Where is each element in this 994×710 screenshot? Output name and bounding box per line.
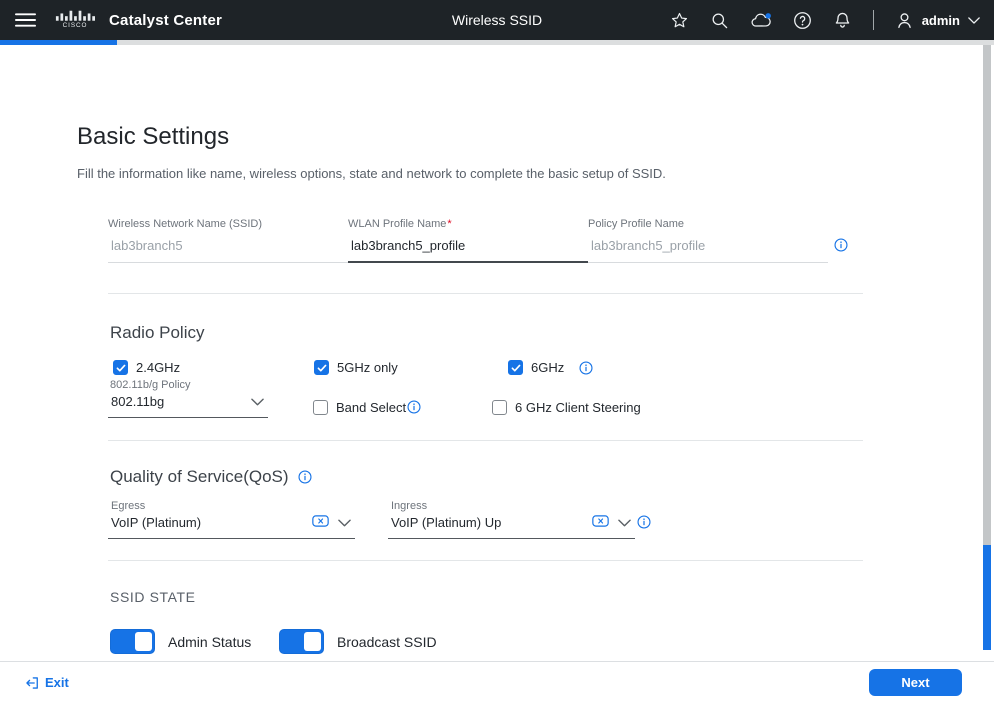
checkbox-label: 5GHz only xyxy=(337,360,398,375)
admin-status-label: Admin Status xyxy=(168,634,251,650)
checkbox-box xyxy=(314,360,329,375)
section-divider xyxy=(108,440,863,441)
header-right: admin xyxy=(670,10,980,30)
checkbox-band-select[interactable]: Band Select xyxy=(313,400,406,415)
checkbox-6ghz[interactable]: 6GHz xyxy=(508,360,564,375)
page-title: Wireless SSID xyxy=(452,0,542,40)
select-value: 802.11bg xyxy=(111,394,164,409)
checkbox-label: 6 GHz Client Steering xyxy=(515,400,641,415)
exit-icon xyxy=(25,676,39,690)
clear-icon[interactable] xyxy=(592,515,609,530)
checkbox-2-4ghz[interactable]: 2.4GHz xyxy=(113,360,180,375)
top-header: CISCO Catalyst Center Wireless SSID xyxy=(0,0,994,40)
section-subtitle: Fill the information like name, wireless… xyxy=(77,166,666,181)
broadcast-ssid-toggle[interactable] xyxy=(279,629,324,654)
required-asterisk: * xyxy=(447,218,451,230)
ingress-label: Ingress xyxy=(391,500,427,512)
info-icon[interactable] xyxy=(298,470,312,484)
info-icon[interactable] xyxy=(834,238,848,252)
field-label: Policy Profile Name xyxy=(588,218,828,230)
wlan-profile-input[interactable]: lab3branch5_profile xyxy=(348,237,588,263)
cloud-status-icon[interactable] xyxy=(750,11,772,30)
policy-802-label: 802.11b/g Policy xyxy=(110,379,191,391)
chevron-down-icon xyxy=(338,515,351,530)
egress-label: Egress xyxy=(111,500,145,512)
chevron-down-icon xyxy=(251,394,264,409)
clear-icon[interactable] xyxy=(312,515,329,530)
user-name: admin xyxy=(922,13,960,28)
next-button[interactable]: Next xyxy=(869,669,962,696)
wizard-footer: Exit Next xyxy=(0,661,994,710)
exit-label: Exit xyxy=(45,675,69,690)
help-icon[interactable] xyxy=(793,11,812,30)
scrollbar-thumb[interactable] xyxy=(983,545,991,650)
checkbox-box xyxy=(113,360,128,375)
field-wlan-profile-name: WLAN Profile Name* lab3branch5_profile xyxy=(348,218,588,263)
field-policy-profile-name: Policy Profile Name lab3branch5_profile xyxy=(588,218,828,263)
scrollbar-track[interactable] xyxy=(983,45,991,545)
admin-status-toggle[interactable] xyxy=(110,629,155,654)
section-divider xyxy=(108,560,863,561)
header-divider xyxy=(873,10,874,30)
exit-button[interactable]: Exit xyxy=(25,675,69,690)
radio-policy-heading: Radio Policy xyxy=(110,323,205,343)
toggle-knob xyxy=(304,632,321,651)
cisco-logo-icon: CISCO xyxy=(54,8,96,33)
checkbox-box xyxy=(313,400,328,415)
ssid-input[interactable]: lab3branch5 xyxy=(108,237,348,263)
user-icon xyxy=(895,11,914,30)
section-divider xyxy=(108,293,863,294)
search-icon[interactable] xyxy=(710,11,729,30)
user-menu[interactable]: admin xyxy=(895,11,980,30)
info-icon[interactable] xyxy=(407,400,421,414)
ssid-state-heading: SSID STATE xyxy=(110,589,196,605)
info-icon[interactable] xyxy=(579,361,593,375)
info-icon[interactable] xyxy=(637,515,651,529)
star-icon[interactable] xyxy=(670,11,689,30)
product-name: Catalyst Center xyxy=(109,12,222,29)
chevron-down-icon xyxy=(968,17,980,24)
chevron-down-icon xyxy=(618,515,631,530)
field-label: Wireless Network Name (SSID) xyxy=(108,218,348,230)
brand[interactable]: CISCO Catalyst Center xyxy=(54,8,222,33)
toggle-knob xyxy=(135,632,152,651)
select-value: VoIP (Platinum) xyxy=(111,515,201,530)
field-wireless-network-name: Wireless Network Name (SSID) lab3branch5 xyxy=(108,218,348,263)
field-label: WLAN Profile Name* xyxy=(348,218,588,230)
egress-select[interactable]: VoIP (Platinum) xyxy=(108,515,355,539)
checkbox-label: 6GHz xyxy=(531,360,564,375)
ingress-select[interactable]: VoIP (Platinum) Up xyxy=(388,515,635,539)
bell-icon[interactable] xyxy=(833,11,852,30)
checkbox-box xyxy=(492,400,507,415)
checkbox-5ghz-only[interactable]: 5GHz only xyxy=(314,360,398,375)
menu-icon[interactable] xyxy=(13,10,38,30)
broadcast-ssid-label: Broadcast SSID xyxy=(337,634,437,650)
qos-heading: Quality of Service(QoS) xyxy=(110,467,312,487)
policy-profile-input[interactable]: lab3branch5_profile xyxy=(588,237,828,263)
section-title: Basic Settings xyxy=(77,123,229,151)
checkbox-label: 2.4GHz xyxy=(136,360,180,375)
svg-text:CISCO: CISCO xyxy=(63,22,88,28)
checkbox-box xyxy=(508,360,523,375)
header-left: CISCO Catalyst Center xyxy=(13,8,222,33)
app-root: CISCO Catalyst Center Wireless SSID xyxy=(0,0,994,710)
policy-802-select[interactable]: 802.11bg xyxy=(108,394,268,418)
main-content: Basic Settings Fill the information like… xyxy=(0,45,994,661)
checkbox-label: Band Select xyxy=(336,400,406,415)
checkbox-6ghz-client-steering[interactable]: 6 GHz Client Steering xyxy=(492,400,641,415)
select-value: VoIP (Platinum) Up xyxy=(391,515,501,530)
